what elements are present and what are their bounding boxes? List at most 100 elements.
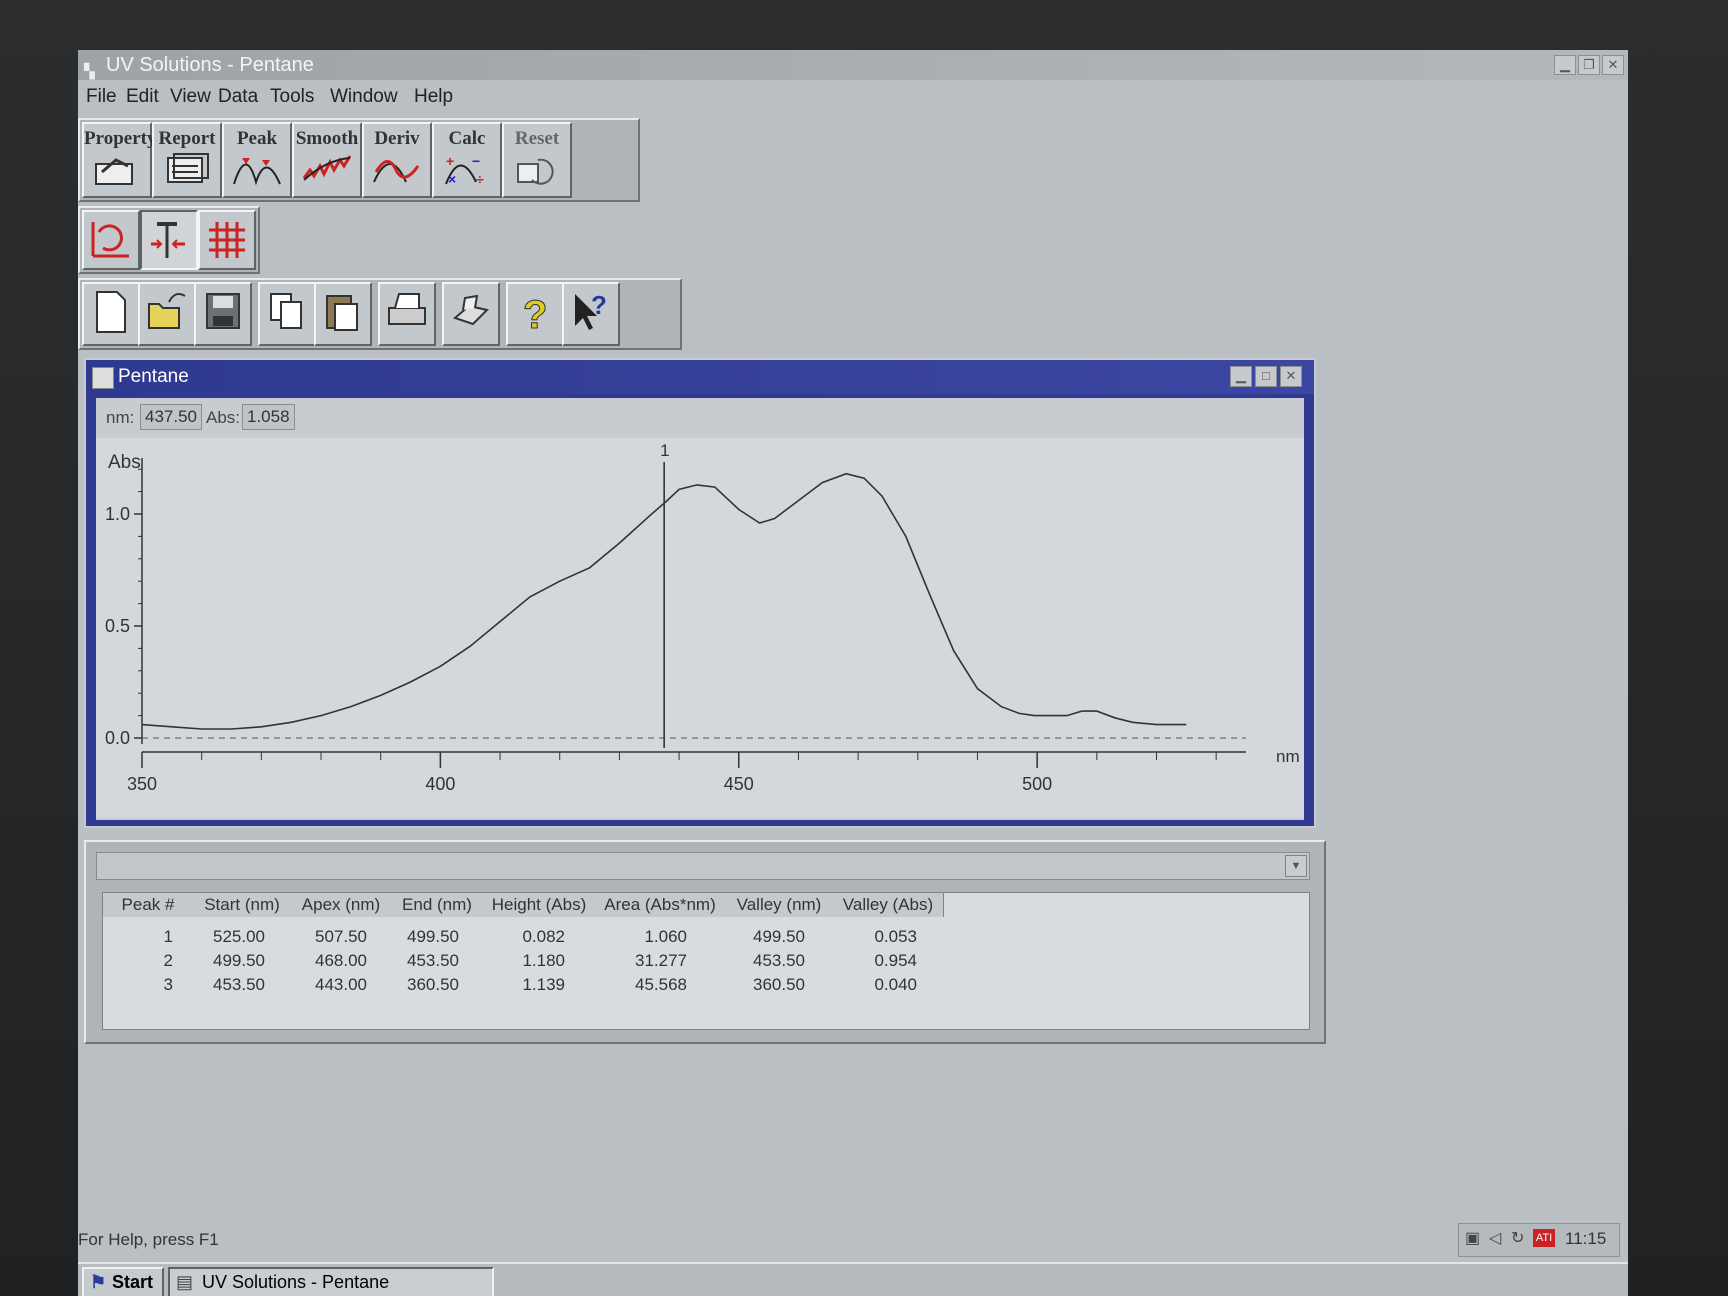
calc-icon: + − × ÷ bbox=[445, 153, 484, 186]
chevron-down-icon[interactable]: ▼ bbox=[1285, 855, 1307, 877]
spectrum-window: Pentane ▁ □ ✕ nm: 437.50 Abs: 1.058 0.0 0… bbox=[84, 358, 1316, 828]
function-toolbar: Property Report Peak Smooth Deriv Calc +… bbox=[78, 118, 640, 202]
col-end[interactable]: End (nm) bbox=[391, 893, 484, 917]
cursor-readout: nm: 437.50 Abs: 1.058 bbox=[96, 398, 1304, 436]
save-button[interactable] bbox=[194, 282, 252, 346]
peak-selector-dropdown[interactable]: ▼ bbox=[96, 852, 1310, 880]
abs-value: 1.058 bbox=[242, 404, 295, 430]
instrument-icon bbox=[453, 294, 489, 326]
cell-start-1: 525.00 bbox=[213, 927, 265, 946]
cell-height-1: 0.082 bbox=[522, 927, 565, 946]
spectrum-chart[interactable]: 0.0 0.5 1.0 350 400 450 500 Abs nm 1 bbox=[96, 438, 1304, 818]
document-icon bbox=[92, 367, 114, 389]
report-button[interactable]: Report bbox=[152, 122, 222, 198]
autoscale-button[interactable] bbox=[82, 210, 140, 270]
clock: 11:15 bbox=[1565, 1229, 1607, 1248]
cell-valley-abs-1: 0.053 bbox=[874, 927, 917, 946]
child-minimize-icon[interactable]: ▁ bbox=[1230, 366, 1252, 387]
menu-data[interactable]: Data bbox=[218, 82, 258, 112]
deriv-button[interactable]: Deriv bbox=[362, 122, 432, 198]
app-window: ▚ UV Solutions - Pentane ▁ ❐ ✕ File Edit… bbox=[78, 50, 1628, 1296]
close-icon[interactable]: ✕ bbox=[1602, 55, 1624, 75]
cell-height-3: 1.139 bbox=[522, 975, 565, 994]
cell-area-3: 45.568 bbox=[635, 975, 687, 994]
svg-text:÷: ÷ bbox=[476, 171, 484, 186]
col-area[interactable]: Area (Abs*nm) bbox=[595, 893, 726, 917]
col-peak-number[interactable]: Peak # bbox=[103, 893, 194, 917]
reset-button[interactable]: Reset bbox=[502, 122, 572, 198]
svg-text:?: ? bbox=[591, 290, 607, 320]
file-toolbar: ? ? bbox=[78, 278, 682, 350]
context-help-button[interactable]: ? bbox=[562, 282, 620, 346]
y-tick-label: 0.0 bbox=[105, 728, 130, 748]
col-start[interactable]: Start (nm) bbox=[193, 893, 292, 917]
system-tray: ▣ ◁ ↻ ATI 11:15 bbox=[1458, 1223, 1620, 1257]
open-button[interactable] bbox=[138, 282, 196, 346]
child-close-icon[interactable]: ✕ bbox=[1280, 366, 1302, 387]
cell-valley-nm-1: 499.50 bbox=[753, 927, 805, 946]
report-icon bbox=[167, 153, 209, 183]
spectrum-plot-area[interactable]: 0.0 0.5 1.0 350 400 450 500 Abs nm 1 bbox=[96, 438, 1304, 818]
col-height[interactable]: Height (Abs) bbox=[483, 893, 596, 917]
save-disk-icon bbox=[206, 293, 240, 329]
cell-peak-3: 3 bbox=[163, 975, 173, 994]
peak-results-panel: ▼ Peak # Start (nm) Apex (nm) End (nm) H… bbox=[84, 840, 1326, 1044]
status-bar-help: For Help, press F1 bbox=[78, 1230, 219, 1249]
taskbar-app-button[interactable]: ▤ UV Solutions - Pentane bbox=[168, 1267, 494, 1296]
col-valley-abs[interactable]: Valley (Abs) bbox=[833, 893, 944, 917]
smooth-button[interactable]: Smooth bbox=[292, 122, 362, 198]
new-button[interactable] bbox=[82, 282, 140, 346]
new-file-icon bbox=[96, 291, 126, 333]
menu-tools[interactable]: Tools bbox=[270, 82, 314, 112]
print-button[interactable] bbox=[378, 282, 436, 346]
cell-apex-2: 468.00 bbox=[315, 951, 367, 970]
help-button[interactable]: ? bbox=[506, 282, 564, 346]
svg-text:+: + bbox=[446, 153, 454, 169]
smooth-icon bbox=[302, 155, 352, 181]
copy-button[interactable] bbox=[258, 282, 316, 346]
peak-button[interactable]: Peak bbox=[222, 122, 292, 198]
menu-edit[interactable]: Edit bbox=[126, 82, 159, 112]
cell-valley-abs-2: 0.954 bbox=[874, 951, 917, 970]
menu-file[interactable]: File bbox=[86, 82, 117, 112]
nm-label: nm: bbox=[106, 408, 135, 427]
volume-icon[interactable]: ◁ bbox=[1489, 1228, 1501, 1248]
view-toolbar bbox=[78, 206, 260, 274]
autoscale-icon bbox=[91, 222, 129, 258]
network-icon[interactable]: ▣ bbox=[1465, 1228, 1480, 1248]
grid-button[interactable] bbox=[198, 210, 256, 270]
app-title: UV Solutions - Pentane bbox=[106, 54, 314, 76]
col-valley-nm[interactable]: Valley (nm) bbox=[725, 893, 834, 917]
restore-icon[interactable]: ❐ bbox=[1578, 55, 1600, 75]
cell-end-3: 360.50 bbox=[407, 975, 459, 994]
cursor-tool-button[interactable] bbox=[140, 210, 198, 270]
spectrum-window-body: nm: 437.50 Abs: 1.058 0.0 0.5 1.0 350 400 450… bbox=[96, 398, 1304, 820]
reset-icon bbox=[517, 158, 554, 185]
pointer-help-icon: ? bbox=[575, 290, 607, 330]
abs-label: Abs: bbox=[206, 408, 241, 427]
instrument-button[interactable] bbox=[442, 282, 500, 346]
menu-view[interactable]: View bbox=[170, 82, 211, 112]
cell-peak-1: 1 bbox=[163, 927, 173, 946]
child-maximize-icon[interactable]: □ bbox=[1255, 366, 1277, 387]
menu-help[interactable]: Help bbox=[414, 82, 453, 112]
deriv-icon bbox=[373, 160, 420, 183]
minimize-icon[interactable]: ▁ bbox=[1554, 55, 1576, 75]
paste-button[interactable] bbox=[314, 282, 372, 346]
ati-icon[interactable]: ATI bbox=[1533, 1229, 1555, 1247]
cell-valley-nm-3: 360.50 bbox=[753, 975, 805, 994]
property-icon bbox=[95, 158, 133, 185]
y-tick-label: 0.5 bbox=[105, 616, 130, 636]
paste-clipboard-icon bbox=[326, 295, 358, 331]
calc-button[interactable]: Calc + − × ÷ bbox=[432, 122, 502, 198]
copy-icon bbox=[270, 293, 302, 329]
svg-text:×: × bbox=[448, 171, 456, 186]
property-button[interactable]: Property bbox=[82, 122, 156, 198]
cell-start-2: 499.50 bbox=[213, 951, 265, 970]
menu-window[interactable]: Window bbox=[330, 82, 398, 112]
col-apex[interactable]: Apex (nm) bbox=[291, 893, 392, 917]
cell-end-2: 453.50 bbox=[407, 951, 459, 970]
start-button[interactable]: ⚑ Start bbox=[82, 1267, 164, 1296]
refresh-icon[interactable]: ↻ bbox=[1511, 1228, 1524, 1248]
cell-valley-abs-3: 0.040 bbox=[874, 975, 917, 994]
